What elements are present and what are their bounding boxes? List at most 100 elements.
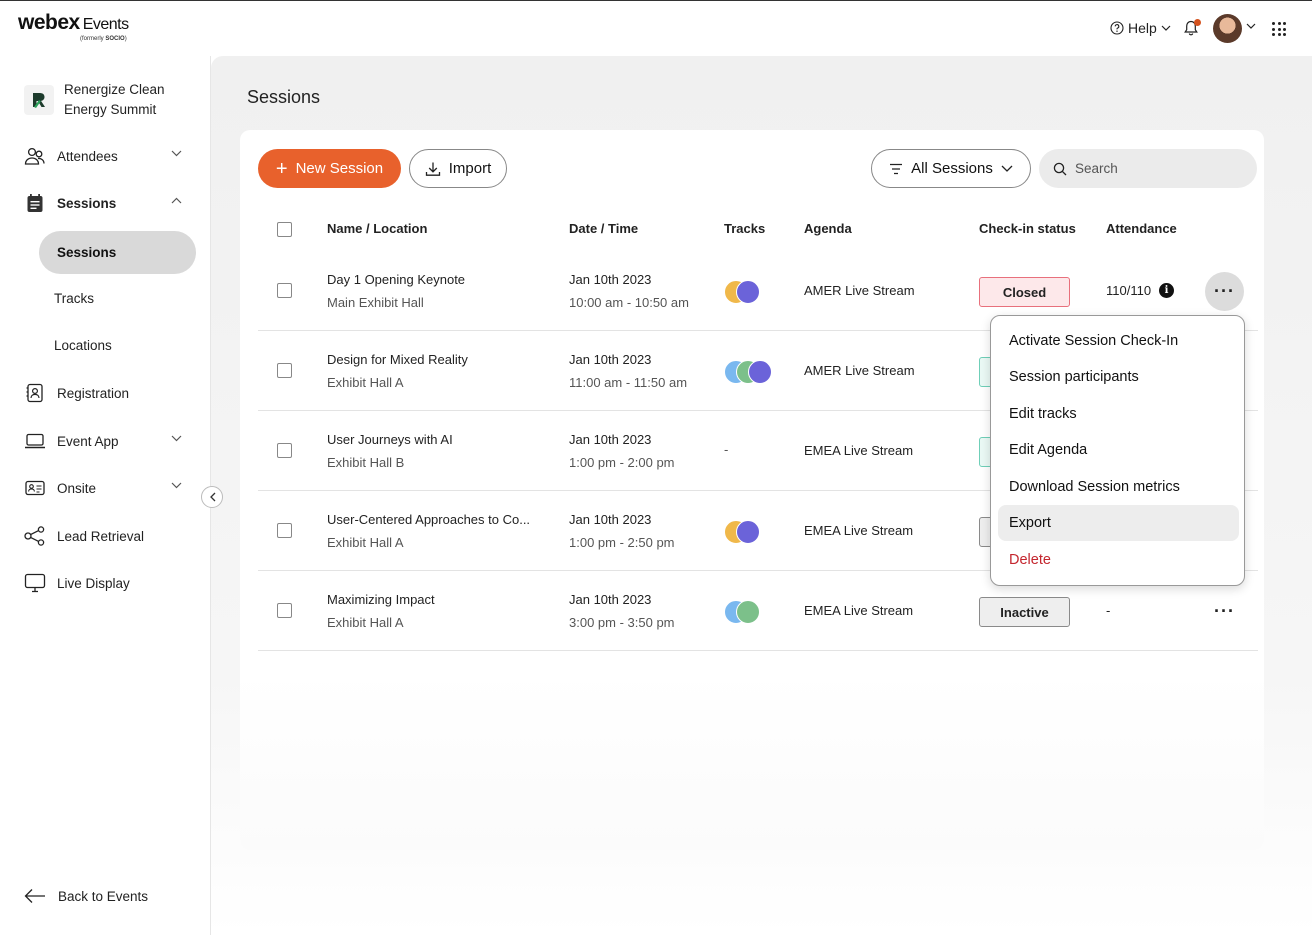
more-horizontal-icon: ··· — [1214, 601, 1235, 621]
session-name[interactable]: Design for Mixed Reality — [327, 352, 468, 367]
sidebar-item-onsite[interactable]: Onsite — [24, 476, 194, 500]
sidebar-item-live-display[interactable]: Live Display — [24, 571, 194, 595]
notification-dot — [1194, 19, 1201, 26]
row-checkbox[interactable] — [277, 443, 292, 458]
session-location: Exhibit Hall A — [327, 615, 404, 630]
sidebar-item-event-app[interactable]: Event App — [24, 429, 194, 453]
row-more-button[interactable]: ··· — [1205, 272, 1244, 311]
session-agenda: AMER Live Stream — [804, 363, 915, 378]
help-menu[interactable]: Help — [1110, 20, 1171, 36]
session-date: Jan 10th 2023 — [569, 512, 652, 527]
chevron-down-icon — [171, 435, 182, 442]
sidebar-item-label: Live Display — [57, 575, 130, 591]
column-header-attendance[interactable]: Attendance — [1106, 221, 1177, 236]
logo-events: Events — [82, 16, 129, 33]
search-box[interactable] — [1039, 149, 1257, 188]
app-grid-icon[interactable] — [1272, 22, 1286, 36]
chevron-down-icon — [1161, 25, 1171, 31]
session-agenda: EMEA Live Stream — [804, 603, 914, 618]
arrow-left-icon — [24, 889, 45, 903]
id-card-icon — [24, 477, 46, 499]
column-header-date[interactable]: Date / Time — [569, 221, 638, 236]
sidebar-subitem-tracks[interactable]: Tracks — [54, 291, 94, 306]
more-horizontal-icon: ··· — [1214, 281, 1235, 301]
calendar-icon — [24, 192, 46, 214]
sidebar-subitem-sessions[interactable]: Sessions — [39, 231, 196, 274]
track-dots — [724, 360, 784, 384]
sidebar-item-registration[interactable]: Registration — [24, 381, 194, 405]
info-icon[interactable]: i — [1159, 283, 1175, 298]
event-name: Renergize Clean Energy Summit — [64, 82, 165, 117]
chevron-down-icon[interactable] — [1246, 23, 1256, 29]
track-dot — [736, 280, 760, 304]
session-location: Exhibit Hall A — [327, 375, 404, 390]
column-header-name[interactable]: Name / Location — [327, 221, 427, 236]
attendance-count: - — [1106, 603, 1111, 618]
row-checkbox[interactable] — [277, 363, 292, 378]
no-tracks: - — [724, 442, 729, 457]
plus-icon: + — [275, 157, 288, 180]
session-agenda: EMEA Live Stream — [804, 523, 914, 538]
session-location: Main Exhibit Hall — [327, 295, 424, 310]
new-session-label: New Session — [295, 160, 384, 177]
session-time: 10:00 am - 10:50 am — [569, 295, 689, 310]
menu-item-activate-checkin[interactable]: Activate Session Check-In — [998, 323, 1239, 359]
import-button[interactable]: Import — [409, 149, 507, 188]
row-checkbox[interactable] — [277, 603, 292, 618]
chevron-down-icon — [171, 482, 182, 489]
sidebar-item-lead-retrieval[interactable]: Lead Retrieval — [24, 524, 194, 548]
sidebar-item-attendees[interactable]: Attendees — [24, 144, 194, 168]
sidebar-subitem-locations[interactable]: Locations — [54, 338, 112, 353]
attendance-count: 110/110 — [1106, 283, 1152, 298]
session-agenda: AMER Live Stream — [804, 283, 915, 298]
session-date: Jan 10th 2023 — [569, 432, 652, 447]
session-time: 11:00 am - 11:50 am — [569, 375, 688, 390]
menu-item-session-participants[interactable]: Session participants — [998, 359, 1239, 395]
session-filter-dropdown[interactable]: All Sessions — [871, 149, 1031, 188]
attendance-value: 110/110 i — [1106, 283, 1175, 298]
laptop-icon — [24, 430, 46, 452]
search-input[interactable] — [1075, 161, 1245, 176]
people-icon — [24, 145, 46, 167]
sidebar-item-label: Lead Retrieval — [57, 528, 145, 544]
session-name[interactable]: Day 1 Opening Keynote — [327, 272, 465, 287]
new-session-button[interactable]: + New Session — [258, 149, 401, 188]
menu-item-edit-tracks[interactable]: Edit tracks — [998, 396, 1239, 432]
badge-icon — [24, 382, 46, 404]
track-dot — [736, 520, 760, 544]
checkin-status-badge: Closed — [979, 277, 1070, 307]
menu-item-download-metrics[interactable]: Download Session metrics — [998, 469, 1239, 505]
session-location: Exhibit Hall B — [327, 455, 405, 470]
event-selector[interactable]: Renergize Clean Energy Summit — [24, 80, 184, 120]
column-header-tracks[interactable]: Tracks — [724, 221, 765, 236]
sidebar-item-label: Onsite — [57, 480, 97, 496]
track-dots — [724, 280, 784, 304]
sidebar-subitem-label: Sessions — [57, 245, 117, 260]
column-header-agenda[interactable]: Agenda — [804, 221, 852, 236]
session-time: 3:00 pm - 3:50 pm — [569, 615, 675, 630]
row-checkbox[interactable] — [277, 523, 292, 538]
sidebar-item-sessions[interactable]: Sessions — [24, 191, 194, 215]
menu-item-export[interactable]: Export — [998, 505, 1239, 541]
sidebar: Renergize Clean Energy Summit Attendees … — [0, 56, 211, 935]
notifications-button[interactable] — [1184, 19, 1201, 38]
sidebar-item-label: Registration — [57, 385, 130, 401]
chevron-left-icon — [209, 492, 215, 502]
session-name[interactable]: User Journeys with AI — [327, 432, 453, 447]
back-to-events-link[interactable]: Back to Events — [24, 888, 148, 904]
menu-item-edit-agenda[interactable]: Edit Agenda — [998, 432, 1239, 468]
webex-events-logo[interactable]: webex Events (formerly SOCIO) — [18, 11, 129, 42]
session-date: Jan 10th 2023 — [569, 352, 652, 367]
import-label: Import — [448, 160, 492, 177]
column-header-checkin-status[interactable]: Check-in status — [979, 221, 1076, 236]
filter-label: All Sessions — [911, 160, 993, 177]
collapse-sidebar-button[interactable] — [201, 486, 223, 508]
row-more-button[interactable]: ··· — [1205, 592, 1244, 631]
session-name[interactable]: User-Centered Approaches to Co... — [327, 512, 530, 527]
menu-item-delete[interactable]: Delete — [998, 542, 1239, 578]
select-all-checkbox[interactable] — [277, 222, 292, 237]
session-name[interactable]: Maximizing Impact — [327, 592, 435, 607]
user-avatar[interactable] — [1213, 14, 1242, 43]
session-time: 1:00 pm - 2:00 pm — [569, 455, 675, 470]
row-checkbox[interactable] — [277, 283, 292, 298]
